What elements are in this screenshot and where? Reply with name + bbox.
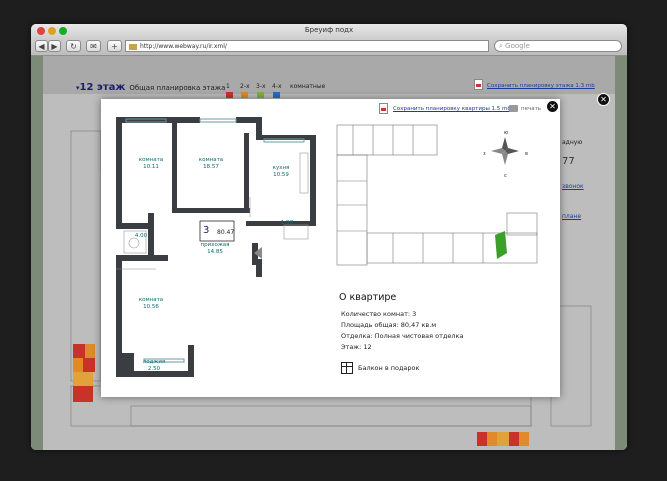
- forward-icon: ▶: [51, 42, 58, 51]
- add-tab-button[interactable]: +: [107, 40, 122, 52]
- address-bar[interactable]: http://www.webway.ru/ir.xml/: [125, 40, 489, 52]
- info-rooms: Количество комнат: 3: [341, 310, 417, 318]
- gift-icon: [341, 362, 353, 374]
- kitchen-label: кухня 10.59: [272, 165, 290, 178]
- title-bar: Бреуиф подх: [31, 24, 627, 38]
- bookmark-icon: ✉: [90, 42, 97, 51]
- room-count-3: 3-х: [256, 83, 266, 90]
- printer-icon: [509, 105, 518, 112]
- side-link-plan[interactable]: плане: [562, 213, 581, 220]
- toolbar: ◀ ▶ ↻ ✉ + http://www.webway.ru/ir.xml/ ⌕…: [31, 38, 627, 56]
- room-color-1: [226, 92, 233, 98]
- room2-label: комната 18.57: [198, 157, 224, 170]
- back-icon: ◀: [38, 42, 45, 51]
- info-floor: Этаж: 12: [341, 343, 372, 351]
- close-floor-button[interactable]: ✕: [597, 93, 610, 106]
- wc-label: 1.98: [280, 220, 294, 226]
- close-icon: ✕: [600, 95, 607, 104]
- info-area: Площадь общая: 80,47 кв.м: [341, 321, 437, 329]
- pdf-icon: [474, 79, 483, 90]
- room-color-2: [241, 92, 248, 98]
- close-modal-button[interactable]: ✕: [546, 100, 559, 113]
- forward-button[interactable]: ▶: [48, 40, 61, 52]
- reload-button[interactable]: ↻: [66, 40, 81, 52]
- window-title: Бреуиф подх: [304, 26, 354, 34]
- apartment-modal: Сохранить планировку квартиры 1.5 mb печ…: [101, 99, 560, 397]
- gift-offer: Балкон в подарок: [341, 362, 419, 374]
- room1-label: комната 10.11: [138, 157, 164, 170]
- bookmarks-button[interactable]: ✉: [86, 40, 101, 52]
- room-count-label: комнатные: [290, 83, 326, 90]
- room3-label: комната 10.56: [138, 297, 164, 310]
- reload-icon: ↻: [70, 42, 77, 51]
- info-finish: Отделка: Полная чистовая отделка: [341, 332, 464, 340]
- compass-n: ю: [504, 130, 509, 136]
- print-button[interactable]: печать: [521, 106, 541, 112]
- back-button[interactable]: ◀: [35, 40, 48, 52]
- search-icon: ⌕: [499, 42, 503, 50]
- compass-s: с: [504, 173, 507, 179]
- room-count-1: 1: [226, 83, 230, 90]
- room-color-3: [257, 92, 264, 98]
- room-count-4: 4-х: [272, 83, 282, 90]
- search-input[interactable]: ⌕ Google: [494, 40, 622, 52]
- loggia-label: лоджия 2.50: [142, 359, 166, 372]
- room-color-4: [273, 92, 280, 98]
- apartment-number: 3: [203, 225, 210, 236]
- compass-e: в: [525, 151, 528, 157]
- about-apartment-heading: О квартире: [339, 292, 397, 303]
- close-icon: ✕: [549, 102, 556, 111]
- room-count-2: 2-х: [240, 83, 250, 90]
- hall-label: прихожая 14.85: [200, 242, 230, 255]
- floor-selector[interactable]: ▾12 этаж Общая планировка этажа: [76, 82, 225, 93]
- apartment-area: 80.47: [217, 229, 235, 236]
- side-text-2: 77: [562, 156, 575, 167]
- compass-w: з: [483, 151, 486, 157]
- floor-key-plan: [336, 124, 538, 266]
- site-favicon-icon: [129, 43, 137, 50]
- save-apartment-plan-link[interactable]: Сохранить планировку квартиры 1.5 mb: [393, 106, 511, 112]
- download-floor-plan-link[interactable]: Сохранить планировку этажа 1.3 mb: [487, 83, 595, 89]
- side-link-call[interactable]: звонок: [562, 183, 584, 190]
- bath-label: 4.00: [134, 233, 148, 239]
- side-text-1: адную: [562, 139, 583, 146]
- pdf-icon: [379, 103, 388, 114]
